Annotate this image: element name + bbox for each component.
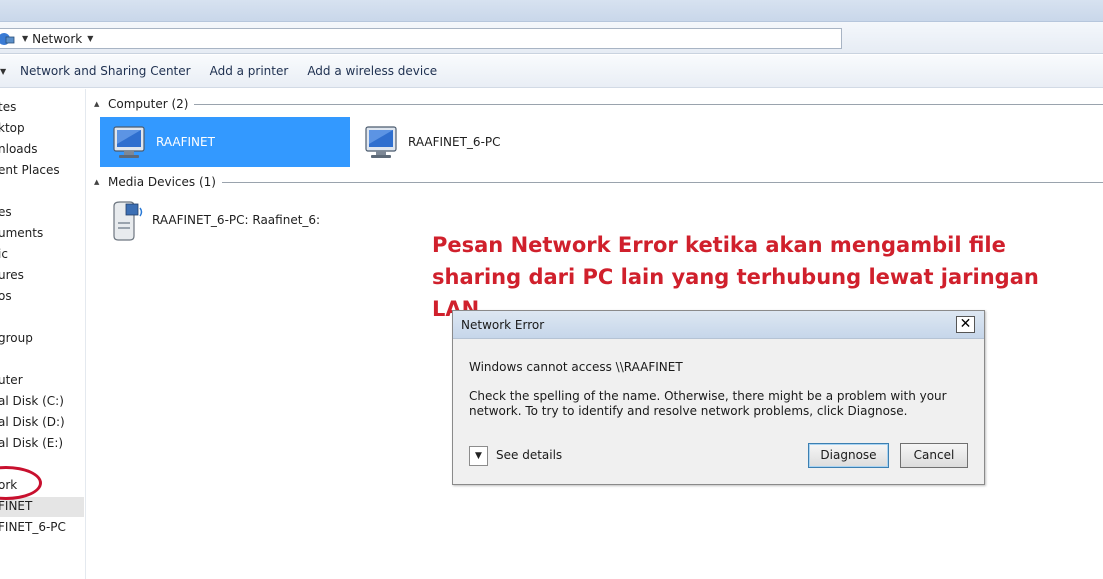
collapse-triangle-icon[interactable]: ▲ — [94, 178, 108, 186]
computer-monitor-icon — [358, 122, 398, 162]
group-label-media-devices: Media Devices (1) — [108, 175, 216, 189]
cancel-button[interactable]: Cancel — [900, 443, 968, 468]
dialog-body: Windows cannot access \\RAAFINET Check t… — [453, 340, 984, 484]
command-bar: ▼ Network and Sharing Center Add a print… — [0, 55, 1103, 88]
network-globe-icon — [0, 30, 18, 48]
annotation-line-1: Pesan Network Error ketika akan mengambi… — [432, 233, 1006, 257]
media-device-item[interactable]: RAAFINET_6-PC: Raafinet_6: — [100, 195, 420, 245]
dialog-title-bar[interactable]: Network Error ✕ — [453, 311, 984, 339]
media-device-label: RAAFINET_6-PC: Raafinet_6: — [152, 213, 321, 227]
nav-item-videos[interactable]: os — [0, 289, 12, 303]
group-header-computer[interactable]: ▲ Computer (2) — [88, 96, 1103, 112]
dialog-heading: Windows cannot access \\RAAFINET — [469, 360, 683, 374]
nav-item-raafinet[interactable]: FINET — [0, 499, 32, 513]
group-label-computer: Computer (2) — [108, 97, 189, 111]
network-error-dialog: Network Error ✕ Windows cannot access \\… — [452, 310, 985, 485]
nav-item-libraries[interactable]: es — [0, 205, 12, 219]
highlight-circle-annotation — [0, 466, 42, 500]
nav-item-music[interactable]: ic — [0, 247, 8, 261]
explorer-window: ▼ Network ▼ ▼ Network and Sharing Center… — [0, 0, 1103, 579]
nav-item-local-disk-c[interactable]: al Disk (C:) — [0, 394, 64, 408]
media-server-icon — [106, 198, 146, 242]
nav-item-computer[interactable]: uter — [0, 373, 23, 387]
computer-item-label: RAAFINET — [156, 135, 215, 149]
close-icon[interactable]: ✕ — [956, 316, 975, 333]
nav-item-favorites[interactable]: tes — [0, 100, 16, 114]
dialog-title: Network Error — [461, 318, 545, 332]
organize-chevron-icon[interactable]: ▼ — [0, 67, 20, 76]
nav-item-pictures[interactable]: ures — [0, 268, 24, 282]
computer-item-raafinet-6-pc[interactable]: RAAFINET_6-PC — [354, 117, 604, 167]
chevron-down-icon[interactable]: ▼ — [87, 34, 93, 43]
nav-item-recent-places[interactable]: ent Places — [0, 163, 60, 177]
breadcrumb-network[interactable]: Network — [32, 32, 82, 46]
group-header-media-devices[interactable]: ▲ Media Devices (1) — [88, 174, 1103, 190]
network-sharing-center-button[interactable]: Network and Sharing Center — [20, 64, 191, 78]
address-bar[interactable]: ▼ Network ▼ — [0, 28, 842, 49]
expand-details-chevron-icon[interactable]: ▼ — [469, 446, 488, 466]
nav-item-desktop[interactable]: ktop — [0, 121, 25, 135]
collapse-triangle-icon[interactable]: ▲ — [94, 100, 108, 108]
nav-item-local-disk-d[interactable]: al Disk (D:) — [0, 415, 65, 429]
nav-item-downloads[interactable]: nloads — [0, 142, 38, 156]
address-row: ▼ Network ▼ — [0, 22, 1103, 54]
nav-item-local-disk-e[interactable]: al Disk (E:) — [0, 436, 63, 450]
nav-item-homegroup[interactable]: group — [0, 331, 33, 345]
add-printer-button[interactable]: Add a printer — [210, 64, 289, 78]
add-wireless-device-button[interactable]: Add a wireless device — [307, 64, 437, 78]
see-details-label[interactable]: See details — [496, 448, 562, 462]
group-divider — [221, 181, 1103, 183]
computer-monitor-icon — [106, 122, 146, 162]
computer-item-label: RAAFINET_6-PC — [408, 135, 501, 149]
group-divider — [194, 103, 1103, 105]
diagnose-button[interactable]: Diagnose — [808, 443, 889, 468]
computer-item-raafinet[interactable]: RAAFINET — [100, 117, 350, 167]
nav-item-documents[interactable]: uments — [0, 226, 43, 240]
nav-item-raafinet-6-pc[interactable]: FINET_6-PC — [0, 520, 66, 534]
dialog-message: Check the spelling of the name. Otherwis… — [469, 389, 947, 418]
navigation-pane: tes ktop nloads ent Places es uments ic … — [0, 89, 86, 579]
title-bar — [0, 0, 1103, 22]
breadcrumb-arrow-icon[interactable]: ▼ — [22, 34, 28, 43]
